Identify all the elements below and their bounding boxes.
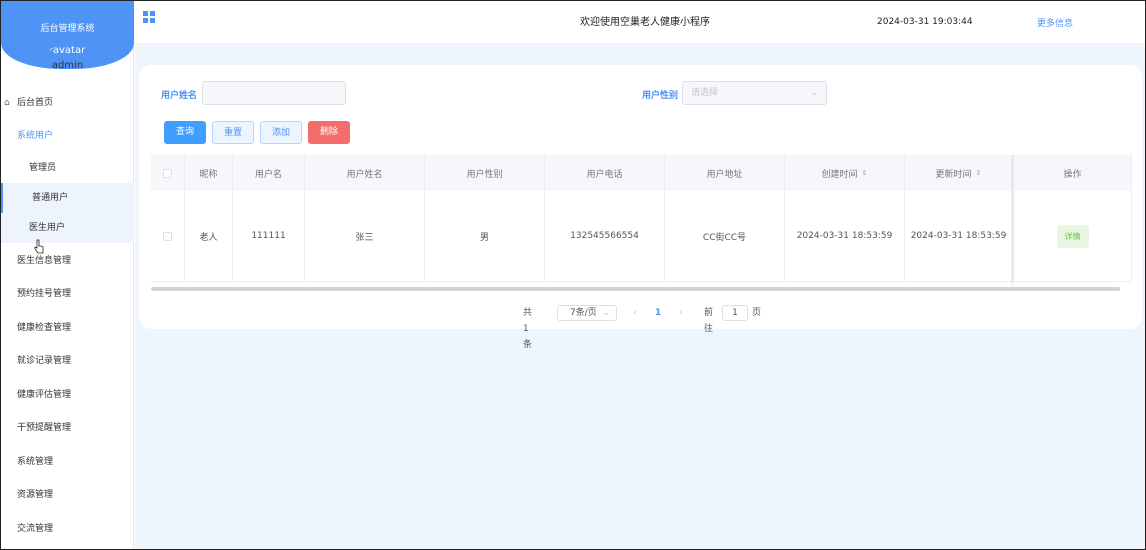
td-gender: 男 [425,191,545,281]
th-actions: 操作 [1013,155,1132,191]
td-updated: 2024-03-31 18:53:59 [905,191,1013,281]
home-icon: ⌂ [4,98,10,108]
system-title: 后台管理系统 [40,24,95,34]
row-checkbox[interactable] [163,231,172,241]
table-row: 老人 111111 张三 男 132545566554 CC街CC号 2024-… [151,191,1132,282]
gender-label: 用户性别 [642,91,679,101]
th-realname: 用户姓名 [305,155,425,191]
page-size-select[interactable]: 7条/页 ⌄ [557,305,617,321]
name-label: 用户姓名 [161,91,198,101]
prev-page-icon[interactable]: ‹ [633,305,637,321]
menu-grid-icon[interactable] [143,11,155,23]
td-address: CC街CC号 [665,191,785,281]
chevron-down-icon: ⌄ [602,308,610,318]
sidebar: 后台管理系统 ◜avatar admin ⌂ 后台首页 系统用户 管理员 普通用户… [1,1,134,549]
sidebar-item-home[interactable]: ⌂ 后台首页 [1,88,134,118]
sidebar-item-regular-users[interactable]: 普通用户 [1,183,134,213]
fixed-column-shadow [1011,155,1015,287]
sidebar-item-appointment[interactable]: 预约挂号管理 [1,279,134,309]
sidebar-item-health-assessment[interactable]: 健康评估管理 [1,380,134,410]
select-all-cell [151,155,185,191]
sort-icon[interactable]: ⇕ [862,169,868,177]
th-phone: 用户电话 [545,155,665,191]
th-updated[interactable]: 更新时间 ⇕ [905,155,1013,191]
name-input[interactable] [202,81,346,105]
sidebar-item-doctor-users[interactable]: 医生用户 [1,213,134,243]
content-card: 用户姓名 用户性别 请选择 ⌄ 查询 重置 添加 删除 昵称 用户名 用户姓名 … [139,65,1142,350]
th-nickname: 昵称 [185,155,233,191]
delete-button[interactable]: 删除 [308,121,350,144]
sidebar-item-communication[interactable]: 交流管理 [1,514,134,544]
total-count: 共 1 条 [523,308,533,350]
current-datetime: 2024-03-31 19:03:44 [877,17,973,27]
brand-header: 后台管理系统 ◜avatar admin [1,1,134,71]
table-horizontal-scrollbar[interactable] [151,287,1120,291]
next-page-icon[interactable]: › [679,305,683,321]
td-created: 2024-03-31 18:53:59 [785,191,905,281]
query-button[interactable]: 查询 [164,121,206,144]
main-content: 用户姓名 用户性别 请选择 ⌄ 查询 重置 添加 删除 昵称 用户名 用户姓名 … [135,43,1145,549]
reset-button[interactable]: 重置 [212,121,254,144]
td-realname: 张三 [305,191,425,281]
goto-page-input[interactable]: 1 [722,305,748,321]
user-table: 昵称 用户名 用户姓名 用户性别 用户电话 用户地址 创建时间 ⇕ 更新时间 ⇕ 操… [151,155,1132,291]
sidebar-item-system-users[interactable]: 系统用户 [1,121,134,151]
top-header: 欢迎使用空巢老人健康小程序 2024-03-31 19:03:44 更多信息 [135,1,1145,43]
welcome-title: 欢迎使用空巢老人健康小程序 [580,17,710,28]
sort-icon[interactable]: ⇕ [976,169,982,177]
chevron-down-icon: ⌄ [810,88,818,98]
sidebar-item-system-management[interactable]: 系统管理 [1,447,134,477]
row-select-cell [151,191,185,281]
th-gender: 用户性别 [425,155,545,191]
table-header-row: 昵称 用户名 用户姓名 用户性别 用户电话 用户地址 创建时间 ⇕ 更新时间 ⇕ 操… [151,155,1132,191]
th-username: 用户名 [233,155,305,191]
gender-select[interactable]: 请选择 ⌄ [682,81,827,105]
th-address: 用户地址 [665,155,785,191]
sidebar-item-visit-records[interactable]: 就诊记录管理 [1,346,134,376]
username: admin [51,60,84,71]
goto-label: 前往 [704,308,714,334]
td-actions: 详情 [1013,191,1132,281]
sidebar-item-resources[interactable]: 资源管理 [1,480,134,510]
th-created[interactable]: 创建时间 ⇕ [785,155,905,191]
hand-cursor-icon [34,239,44,254]
td-username: 111111 [233,191,305,281]
avatar[interactable]: ◜avatar [1,45,134,56]
select-all-checkbox[interactable] [163,168,172,178]
more-info-link[interactable]: 更多信息 [1037,16,1073,29]
sidebar-item-doctor-info[interactable]: 医生信息管理 [1,246,134,276]
add-button[interactable]: 添加 [260,121,302,144]
page-number-current[interactable]: 1 [655,305,661,321]
sidebar-item-admin[interactable]: 管理员 [1,153,134,183]
td-phone: 132545566554 [545,191,665,281]
app-window: 后台管理系统 ◜avatar admin ⌂ 后台首页 系统用户 管理员 普通用户… [0,0,1146,550]
detail-button[interactable]: 详情 [1056,224,1089,248]
sidebar-item-health-check[interactable]: 健康检查管理 [1,313,134,343]
page-unit-label: 页 [752,308,762,318]
sidebar-item-intervention[interactable]: 干预提醒管理 [1,413,134,443]
td-nickname: 老人 [185,191,233,281]
